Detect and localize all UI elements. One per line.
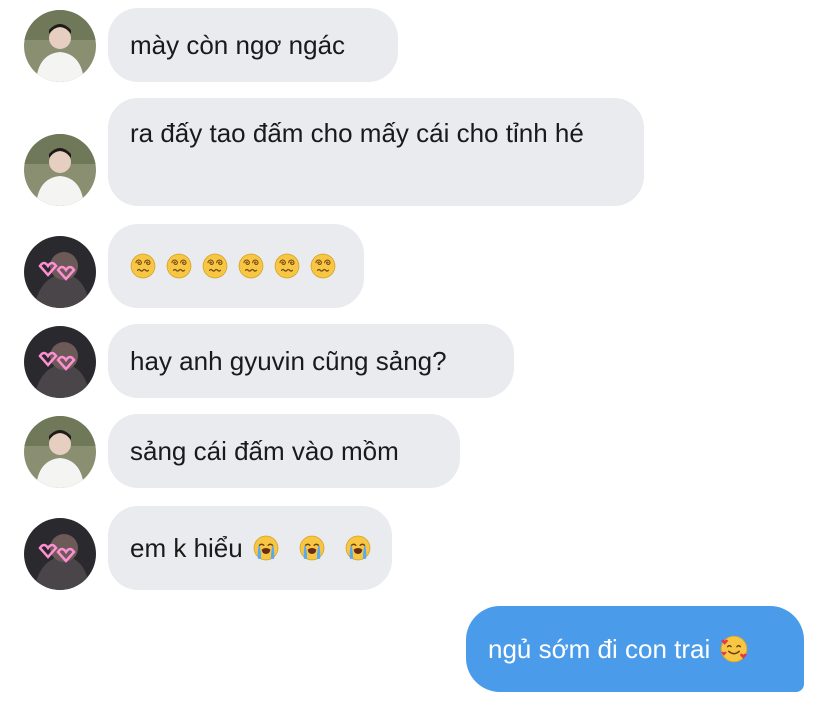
message-bubble[interactable]: sảng cái đấm vào mồm — [108, 414, 460, 488]
avatar-friend-b[interactable] — [24, 326, 96, 398]
loudly-crying-face-icon — [345, 535, 371, 561]
avatar-friend-b[interactable] — [24, 518, 96, 590]
emoji-row — [130, 253, 336, 279]
avatar-friend-a[interactable] — [24, 416, 96, 488]
dizzy-face-icon — [166, 253, 192, 279]
message-text: ngủ sớm đi con trai — [488, 634, 711, 664]
avatar-friend-a[interactable] — [24, 10, 96, 82]
message-bubble[interactable]: em k hiểu — [108, 506, 392, 590]
message-bubble[interactable] — [108, 224, 364, 308]
emoji-row — [253, 535, 371, 561]
avatar-friend-b[interactable] — [24, 236, 96, 308]
message-text: mày còn ngơ ngác — [130, 30, 346, 60]
message-bubble[interactable]: mày còn ngơ ngác — [108, 8, 398, 82]
dizzy-face-icon — [274, 253, 300, 279]
message-text: hay anh gyuvin cũng sảng? — [130, 346, 447, 376]
dizzy-face-icon — [310, 253, 336, 279]
smiling-face-with-hearts-icon — [720, 635, 748, 663]
message-bubble[interactable]: ra đấy tao đấm cho mấy cái cho tỉnh hé — [108, 98, 644, 206]
chat-thread: mày còn ngơ ngác ra đấy tao đấm cho mấy … — [0, 0, 828, 710]
emoji-row — [720, 635, 748, 663]
dizzy-face-icon — [130, 253, 156, 279]
avatar-friend-a[interactable] — [24, 134, 96, 206]
message-text: sảng cái đấm vào mồm — [130, 436, 399, 466]
outgoing-message-bubble[interactable]: ngủ sớm đi con trai — [466, 606, 804, 692]
message-text: em k hiểu — [130, 533, 243, 563]
message-bubble[interactable]: hay anh gyuvin cũng sảng? — [108, 324, 514, 398]
loudly-crying-face-icon — [299, 535, 325, 561]
dizzy-face-icon — [238, 253, 264, 279]
message-text: ra đấy tao đấm cho mấy cái cho tỉnh hé — [130, 118, 584, 148]
dizzy-face-icon — [202, 253, 228, 279]
loudly-crying-face-icon — [253, 535, 279, 561]
